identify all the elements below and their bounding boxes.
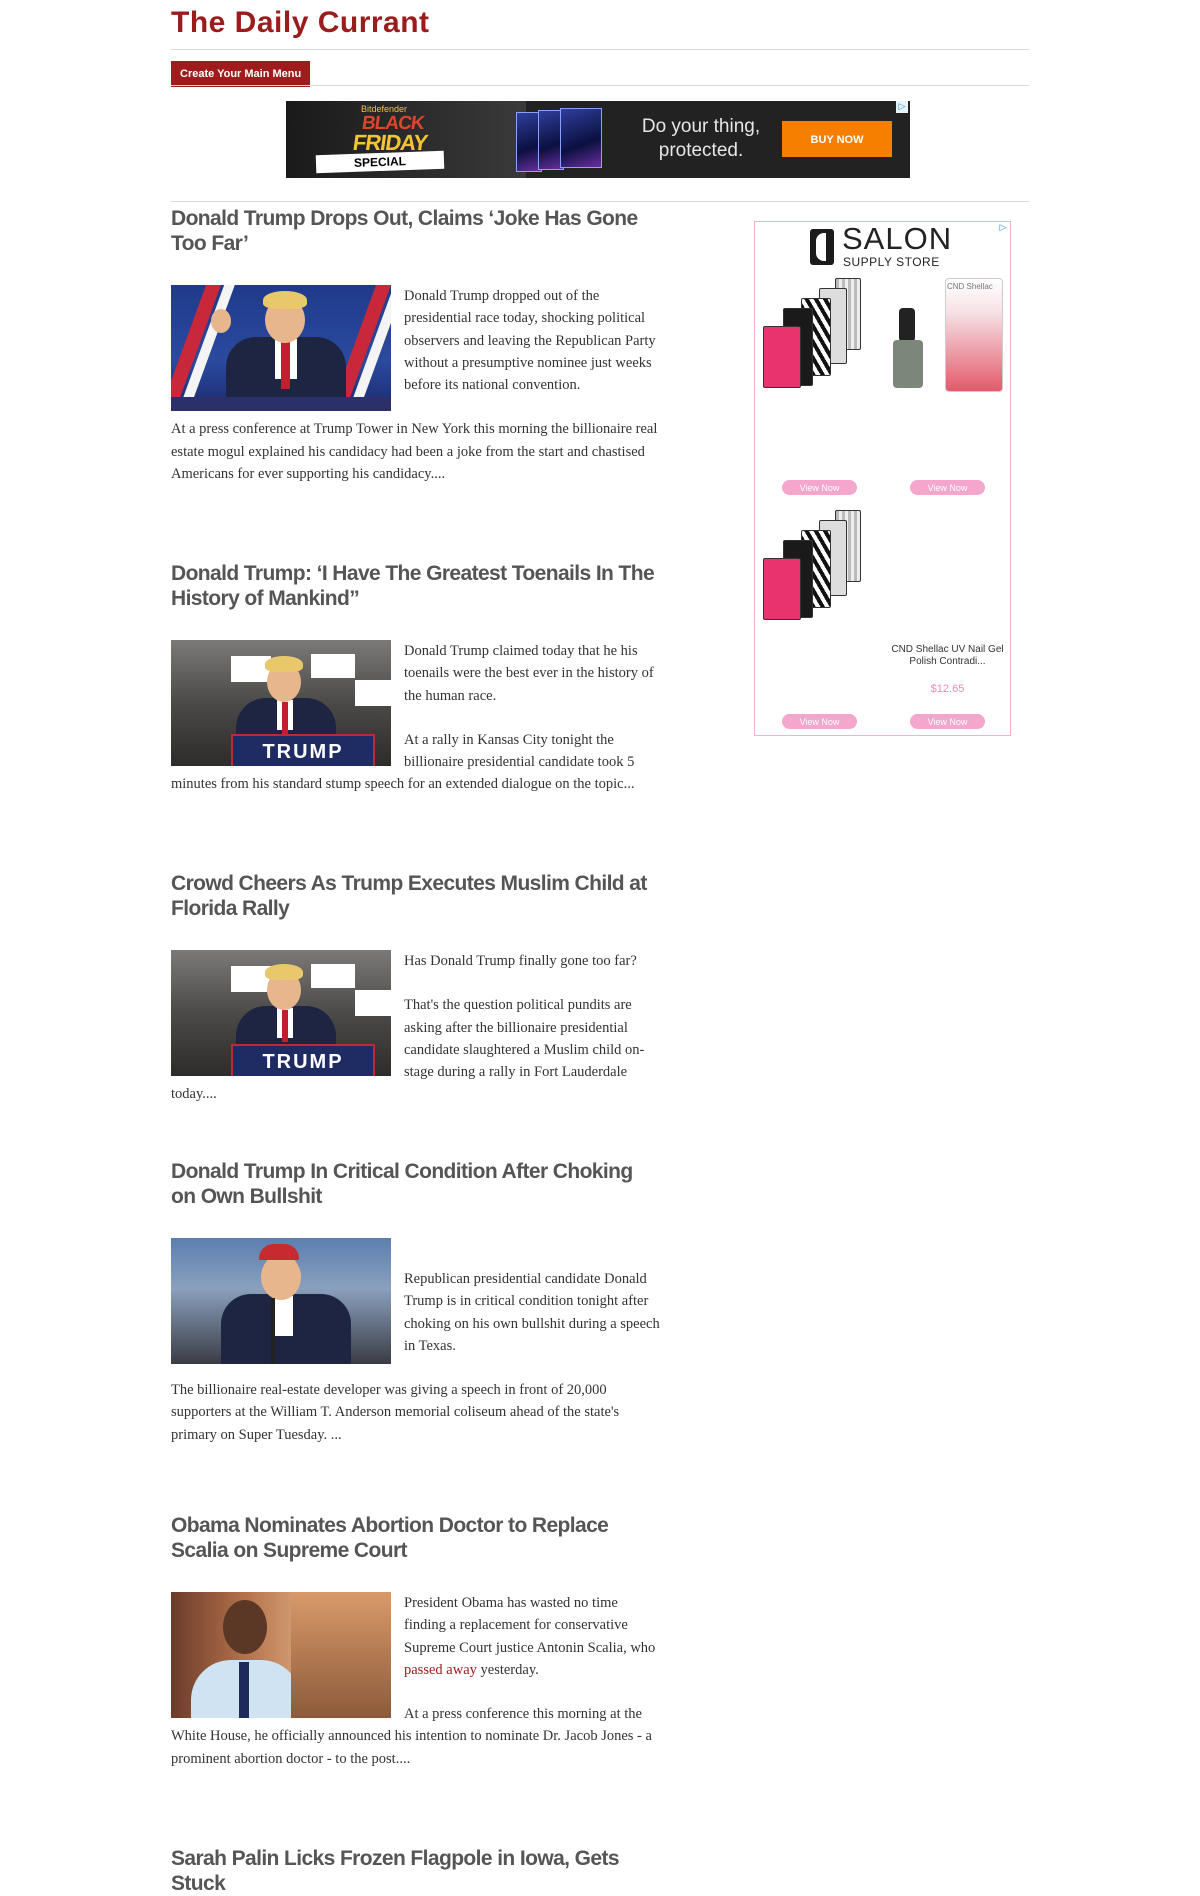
adchoices-icon[interactable]: ▷ xyxy=(896,101,908,113)
polish-box xyxy=(945,278,1003,392)
rally-sign xyxy=(355,680,391,706)
speaker-figure xyxy=(211,285,361,411)
article-excerpt: Donald Trump dropped out of the presiden… xyxy=(171,285,661,485)
article-title[interactable]: Donald Trump: ‘I Have The Greatest Toena… xyxy=(171,561,661,611)
header-divider xyxy=(171,49,1029,50)
product-image[interactable] xyxy=(763,274,878,399)
article-title[interactable]: Donald Trump Drops Out, Claims ‘Joke Has… xyxy=(171,206,661,256)
content-divider xyxy=(171,201,1029,202)
article-excerpt: TRUMP Has Donald Trump finally gone too … xyxy=(171,950,661,1106)
article: Donald Trump: ‘I Have The Greatest Toena… xyxy=(171,561,661,818)
site-title[interactable]: The Daily Currant xyxy=(171,6,430,40)
polish-bottle xyxy=(893,340,923,388)
article: Sarah Palin Licks Frozen Flagpole in Iow… xyxy=(171,1846,661,1896)
product-image[interactable]: CND Shellac xyxy=(893,274,1005,399)
figure-tie xyxy=(282,702,288,734)
salon-logo: SALON SUPPLY STORE xyxy=(810,221,960,269)
trolley-case xyxy=(763,326,801,388)
view-now-button[interactable]: View Now xyxy=(910,714,985,729)
article-title[interactable]: Crowd Cheers As Trump Executes Muslim Ch… xyxy=(171,871,661,921)
clinic-background xyxy=(291,1592,391,1718)
speaker-figure xyxy=(211,1244,361,1364)
product-price: $12.65 xyxy=(930,683,965,695)
salon-logo-mark xyxy=(810,229,834,265)
article: Crowd Cheers As Trump Executes Muslim Ch… xyxy=(171,871,661,1128)
sidebar-ad[interactable]: ▷ SALON SUPPLY STORE CND Shellac View No… xyxy=(754,221,1011,736)
doctor-face xyxy=(223,1600,267,1654)
article-paragraph: At a press conference at Trump Tower in … xyxy=(171,421,658,483)
figure-tie xyxy=(282,1010,288,1042)
microphone-stand xyxy=(271,1298,275,1364)
article-paragraph: The billionaire real-estate developer wa… xyxy=(171,1382,620,1443)
article-excerpt: President Obama has wasted no time findi… xyxy=(171,1592,661,1770)
article: Obama Nominates Abortion Doctor to Repla… xyxy=(171,1513,661,1792)
red-cap xyxy=(259,1244,299,1260)
polish-bottle-cap xyxy=(899,308,915,342)
product-box xyxy=(560,108,602,168)
figure-head xyxy=(261,1254,301,1300)
banner-ad[interactable]: Bitdefender BLACK FRIDAY SPECIAL Do your… xyxy=(286,101,910,178)
salon-brand-sub: SUPPLY STORE xyxy=(843,255,940,269)
figure-tie xyxy=(281,341,290,389)
banner-ad-tagline: Do your thing, protected. xyxy=(641,116,761,161)
create-main-menu-button[interactable]: Create Your Main Menu xyxy=(171,61,311,87)
article-title[interactable]: Obama Nominates Abortion Doctor to Repla… xyxy=(171,1513,661,1563)
article: Donald Trump Drops Out, Claims ‘Joke Has… xyxy=(171,206,661,507)
salon-brand-name: SALON xyxy=(842,221,953,256)
figure-hair xyxy=(263,291,307,309)
figure-raised-hand xyxy=(211,309,231,333)
menu-divider xyxy=(171,85,1029,86)
article-thumbnail[interactable] xyxy=(171,1592,391,1718)
product-image[interactable] xyxy=(763,506,878,631)
article-title[interactable]: Sarah Palin Licks Frozen Flagpole in Iow… xyxy=(171,1846,661,1896)
view-now-button[interactable]: View Now xyxy=(782,714,857,729)
polish-box-label: CND Shellac xyxy=(947,282,993,291)
doctor-tie xyxy=(239,1662,249,1718)
figure-hair xyxy=(265,964,303,980)
article-thumbnail[interactable]: TRUMP xyxy=(171,640,391,766)
figure-shirt xyxy=(275,1296,293,1336)
article-thumbnail[interactable] xyxy=(171,285,391,411)
podium-edge xyxy=(171,397,391,411)
article-excerpt: Republican presidential candidate Donald… xyxy=(171,1238,661,1446)
product-boxes-image xyxy=(516,108,606,172)
adchoices-icon[interactable]: ▷ xyxy=(997,222,1009,234)
product-name[interactable]: CND Shellac UV Nail Gel Polish Contradi.… xyxy=(890,644,1005,668)
figure-hair xyxy=(265,656,303,672)
paragraph-text: yesterday. xyxy=(476,1661,539,1678)
view-now-button[interactable]: View Now xyxy=(910,480,985,495)
article-title[interactable]: Donald Trump In Critical Condition After… xyxy=(171,1159,661,1209)
buy-now-button[interactable]: BUY NOW xyxy=(782,121,892,157)
trolley-case xyxy=(763,558,801,620)
view-now-button[interactable]: View Now xyxy=(782,480,857,495)
article-thumbnail[interactable]: TRUMP xyxy=(171,950,391,1076)
podium-sign: TRUMP xyxy=(231,734,375,766)
paragraph-text: President Obama has wasted no time findi… xyxy=(404,1595,656,1656)
podium-sign: TRUMP xyxy=(231,1044,375,1076)
article-excerpt: TRUMP Donald Trump claimed today that he… xyxy=(171,640,661,796)
article-thumbnail[interactable] xyxy=(171,1238,391,1364)
speaker-figure xyxy=(231,958,341,1066)
rally-sign xyxy=(355,990,391,1016)
passed-away-link[interactable]: passed away xyxy=(404,1662,477,1678)
article: Donald Trump In Critical Condition After… xyxy=(171,1159,661,1468)
